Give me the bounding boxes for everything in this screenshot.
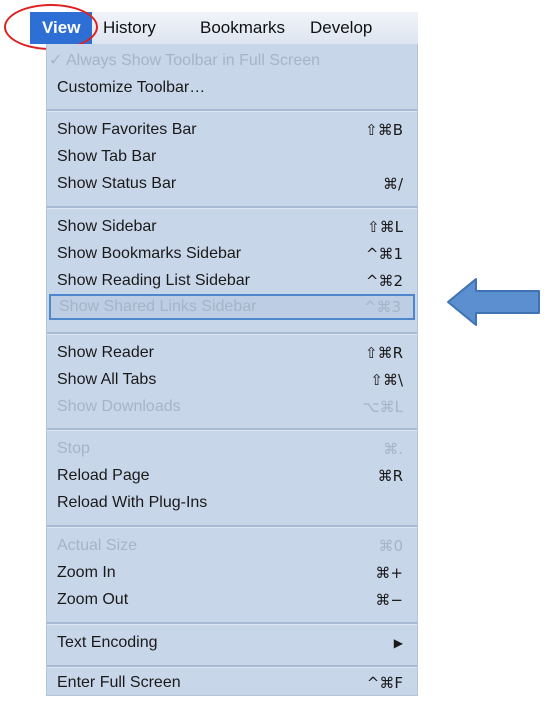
shortcut: ⌘. (383, 440, 403, 458)
shortcut: ^⌘F (366, 674, 403, 692)
menu-separator (47, 525, 417, 528)
shortcut: ⌘− (375, 591, 403, 609)
menu-item-show-status-bar[interactable]: Show Status Bar ⌘/ (57, 171, 417, 197)
menu-item-enter-full-screen[interactable]: Enter Full Screen ^⌘F (57, 670, 417, 696)
menu-item-label: ✓ Always Show Toolbar in Full Screen (49, 52, 321, 69)
view-menu-dropdown: ✓ Always Show Toolbar in Full Screen Cus… (46, 44, 418, 696)
menu-item-stop: Stop ⌘. (57, 436, 417, 462)
shortcut: ⇧⌘R (365, 344, 403, 362)
shortcut: ⇧⌘\ (370, 371, 403, 389)
checkmark-icon: ✓ (49, 52, 63, 69)
menu-develop[interactable]: Develop (310, 12, 372, 44)
menu-item-label: Stop (57, 440, 90, 457)
menu-item-customize-toolbar[interactable]: Customize Toolbar… (57, 75, 417, 101)
menu-item-reload-page[interactable]: Reload Page ⌘R (57, 463, 417, 489)
shortcut: ^⌘3 (363, 298, 401, 316)
menu-history[interactable]: History (103, 12, 156, 44)
menu-item-label: Zoom In (57, 564, 116, 581)
shortcut: ⌘0 (378, 537, 403, 555)
menu-item-label: Show Favorites Bar (57, 121, 197, 138)
menu-item-show-bookmarks-sidebar[interactable]: Show Bookmarks Sidebar ^⌘1 (57, 241, 417, 267)
shortcut: ⇧⌘L (367, 218, 403, 236)
menu-item-label: Zoom Out (57, 591, 129, 608)
menu-item-label: Show Reader (57, 344, 154, 361)
menu-item-zoom-in[interactable]: Zoom In ⌘+ (57, 560, 417, 586)
menu-item-label: Show Downloads (57, 398, 181, 415)
menu-item-show-downloads: Show Downloads ⌥⌘L (57, 394, 417, 420)
menu-item-show-reading-list-sidebar[interactable]: Show Reading List Sidebar ^⌘2 (57, 268, 417, 294)
menu-item-label: Show Shared Links Sidebar (59, 298, 257, 315)
shortcut: ⌘+ (375, 564, 403, 582)
submenu-arrow-icon: ▶ (393, 636, 403, 650)
menu-item-label: Show Sidebar (57, 218, 157, 235)
menu-item-always-show-toolbar: ✓ Always Show Toolbar in Full Screen (49, 48, 417, 74)
shortcut: ⇧⌘B (365, 121, 403, 139)
shortcut: ^⌘2 (365, 272, 403, 290)
menu-item-label: Customize Toolbar… (57, 79, 206, 96)
menu-separator (47, 622, 417, 625)
menu-item-label: Show All Tabs (57, 371, 157, 388)
menu-item-label: Enter Full Screen (57, 674, 181, 691)
menu-item-label: Reload With Plug-Ins (57, 494, 208, 511)
menu-item-label: Show Tab Bar (57, 148, 157, 165)
menu-item-actual-size: Actual Size ⌘0 (57, 533, 417, 559)
menu-separator (47, 332, 417, 335)
menu-item-show-sidebar[interactable]: Show Sidebar ⇧⌘L (57, 214, 417, 240)
menu-separator (47, 206, 417, 209)
menu-item-show-favorites-bar[interactable]: Show Favorites Bar ⇧⌘B (57, 117, 417, 143)
menu-item-show-all-tabs[interactable]: Show All Tabs ⇧⌘\ (57, 367, 417, 393)
menu-item-show-tab-bar[interactable]: Show Tab Bar (57, 144, 417, 170)
shortcut: ⌘R (377, 467, 403, 485)
menu-separator (47, 428, 417, 431)
menu-item-label: Text Encoding (57, 634, 158, 651)
menu-separator (47, 665, 417, 668)
left-arrow-icon (447, 278, 540, 326)
menu-item-show-shared-links-sidebar[interactable]: Show Shared Links Sidebar ^⌘3 (49, 294, 415, 320)
shortcut: ⌘/ (382, 175, 403, 193)
menu-item-reload-with-plugins[interactable]: Reload With Plug-Ins (57, 490, 417, 516)
menu-item-label: Show Bookmarks Sidebar (57, 245, 242, 262)
menu-item-text-encoding[interactable]: Text Encoding ▶ (57, 630, 417, 656)
menu-item-label: Show Reading List Sidebar (57, 272, 251, 289)
menu-separator (47, 109, 417, 112)
menu-item-zoom-out[interactable]: Zoom Out ⌘− (57, 587, 417, 613)
menu-item-label: Reload Page (57, 467, 150, 484)
menu-item-label: Show Status Bar (57, 175, 177, 192)
menu-bookmarks[interactable]: Bookmarks (200, 12, 285, 44)
menu-item-label: Actual Size (57, 537, 138, 554)
shortcut: ⌥⌘L (362, 398, 403, 416)
shortcut: ^⌘1 (365, 245, 403, 263)
menu-item-show-reader[interactable]: Show Reader ⇧⌘R (57, 340, 417, 366)
